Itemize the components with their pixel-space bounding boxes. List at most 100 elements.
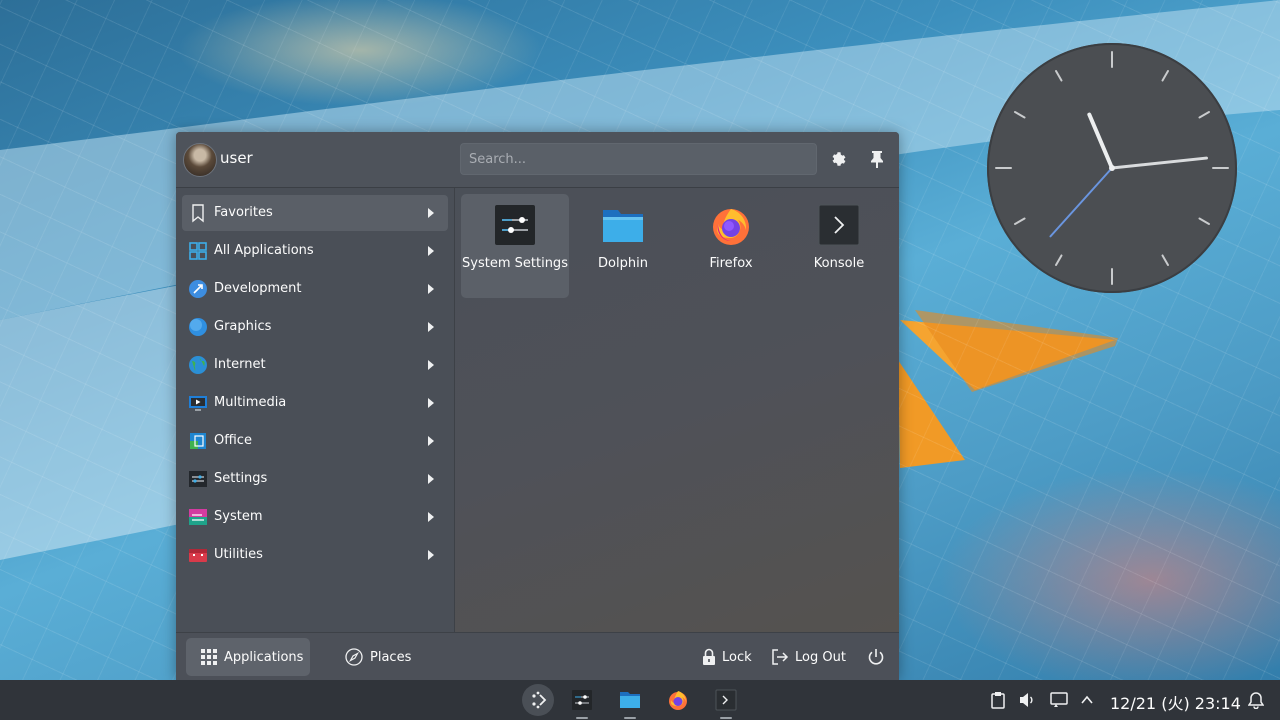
kde-launcher-icon xyxy=(532,691,547,709)
arrow-right-icon xyxy=(428,360,434,370)
avatar[interactable] xyxy=(183,143,217,177)
category-label: Utilities xyxy=(214,547,263,562)
system-settings-icon xyxy=(572,690,592,710)
category-settings[interactable]: Settings xyxy=(182,461,448,497)
app-konsole[interactable]: Konsole xyxy=(785,194,893,298)
category-label: Office xyxy=(214,433,252,448)
clipboard-tray-button[interactable] xyxy=(988,688,1008,712)
terminal-icon xyxy=(715,689,737,711)
category-graphics[interactable]: Graphics xyxy=(182,309,448,345)
arrow-right-icon xyxy=(428,550,434,560)
username: user xyxy=(220,149,253,167)
pin-icon xyxy=(871,151,883,168)
category-label: Internet xyxy=(214,357,266,372)
category-utilities[interactable]: Utilities xyxy=(182,537,448,573)
category-label: Development xyxy=(214,281,302,296)
taskbar-dolphin[interactable] xyxy=(614,684,646,719)
application-launcher-button[interactable] xyxy=(522,684,554,716)
arrow-right-icon xyxy=(428,436,434,446)
category-development[interactable]: Development xyxy=(182,271,448,307)
tab-applications[interactable]: Applications xyxy=(186,638,310,676)
clock-center xyxy=(1109,165,1115,171)
tab-label: Applications xyxy=(224,649,304,665)
folder-icon xyxy=(620,692,640,708)
app-system-settings[interactable]: System Settings xyxy=(461,194,569,298)
arrow-right-icon xyxy=(428,284,434,294)
app-label: Dolphin xyxy=(598,256,648,271)
launcher-header: user xyxy=(176,132,899,188)
gear-icon xyxy=(832,152,846,166)
arrow-right-icon xyxy=(428,512,434,522)
running-indicator xyxy=(576,717,588,719)
volume-icon xyxy=(1020,693,1033,707)
taskbar-firefox[interactable] xyxy=(662,684,694,716)
power-icon xyxy=(868,649,884,665)
category-label: System xyxy=(214,509,263,524)
graphics-icon xyxy=(189,318,207,336)
category-internet[interactable]: Internet xyxy=(182,347,448,383)
category-all-applications[interactable]: All Applications xyxy=(182,233,448,269)
development-icon xyxy=(189,280,207,298)
folder-icon xyxy=(603,210,643,242)
category-favorites[interactable]: Favorites xyxy=(182,195,448,231)
category-system[interactable]: System xyxy=(182,499,448,535)
app-label: Firefox xyxy=(709,256,753,271)
category-label: Favorites xyxy=(214,205,273,220)
category-label: Multimedia xyxy=(214,395,287,410)
logout-icon xyxy=(772,649,789,665)
configure-button[interactable] xyxy=(826,146,852,172)
system-settings-icon xyxy=(495,205,535,245)
category-sidebar: Favorites All Applications Development G… xyxy=(176,188,455,632)
lock-icon xyxy=(703,648,715,665)
running-indicator xyxy=(720,717,732,719)
terminal-icon xyxy=(818,204,860,246)
app-label: Konsole xyxy=(813,256,865,271)
display-icon xyxy=(1050,692,1068,707)
utilities-icon xyxy=(189,549,207,562)
grid-icon xyxy=(201,649,217,665)
taskbar-system-settings[interactable] xyxy=(566,684,598,719)
volume-tray-button[interactable] xyxy=(1017,688,1037,712)
tray-expand-button[interactable] xyxy=(1077,688,1097,712)
taskbar-konsole[interactable] xyxy=(710,684,742,719)
power-button[interactable] xyxy=(867,645,885,669)
chevron-up-icon xyxy=(1081,695,1093,704)
lock-label: Lock xyxy=(722,649,752,665)
application-launcher: user Favorites All Applications Developm… xyxy=(176,132,899,680)
arrow-right-icon xyxy=(428,474,434,484)
logout-button[interactable]: Log Out xyxy=(771,645,846,669)
multimedia-icon xyxy=(189,396,207,411)
running-indicator xyxy=(624,717,636,719)
globe-icon xyxy=(189,356,207,374)
app-dolphin[interactable]: Dolphin xyxy=(569,194,677,298)
tab-places[interactable]: Places xyxy=(331,638,431,676)
category-label: Settings xyxy=(214,471,268,486)
lock-button[interactable]: Lock xyxy=(702,645,752,669)
bell-icon xyxy=(1248,692,1264,709)
arrow-right-icon xyxy=(428,246,434,256)
firefox-icon xyxy=(713,209,749,245)
bookmark-icon xyxy=(192,204,204,223)
display-tray-button[interactable] xyxy=(1049,688,1069,712)
firefox-icon xyxy=(669,691,687,710)
favorites-grid: System Settings Dolphin Firefox Konsole xyxy=(455,188,899,632)
arrow-right-icon xyxy=(428,208,434,218)
arrow-right-icon xyxy=(428,322,434,332)
notifications-tray-button[interactable] xyxy=(1246,688,1266,712)
settings-icon xyxy=(189,471,207,487)
analog-clock-widget xyxy=(987,43,1237,293)
search-input[interactable] xyxy=(460,143,817,175)
category-label: Graphics xyxy=(214,319,272,334)
category-label: All Applications xyxy=(214,243,314,258)
category-office[interactable]: Office xyxy=(182,423,448,459)
app-firefox[interactable]: Firefox xyxy=(677,194,785,298)
pin-button[interactable] xyxy=(864,146,890,172)
compass-icon xyxy=(345,648,363,666)
launcher-footer: Applications Places Lock Log Out xyxy=(176,632,899,680)
digital-clock[interactable]: 12/21 (火) 23:14 xyxy=(1110,690,1241,714)
category-multimedia[interactable]: Multimedia xyxy=(182,385,448,421)
system-icon xyxy=(189,509,207,525)
logout-label: Log Out xyxy=(795,649,846,665)
arrow-right-icon xyxy=(428,398,434,408)
app-label: System Settings xyxy=(462,256,568,271)
